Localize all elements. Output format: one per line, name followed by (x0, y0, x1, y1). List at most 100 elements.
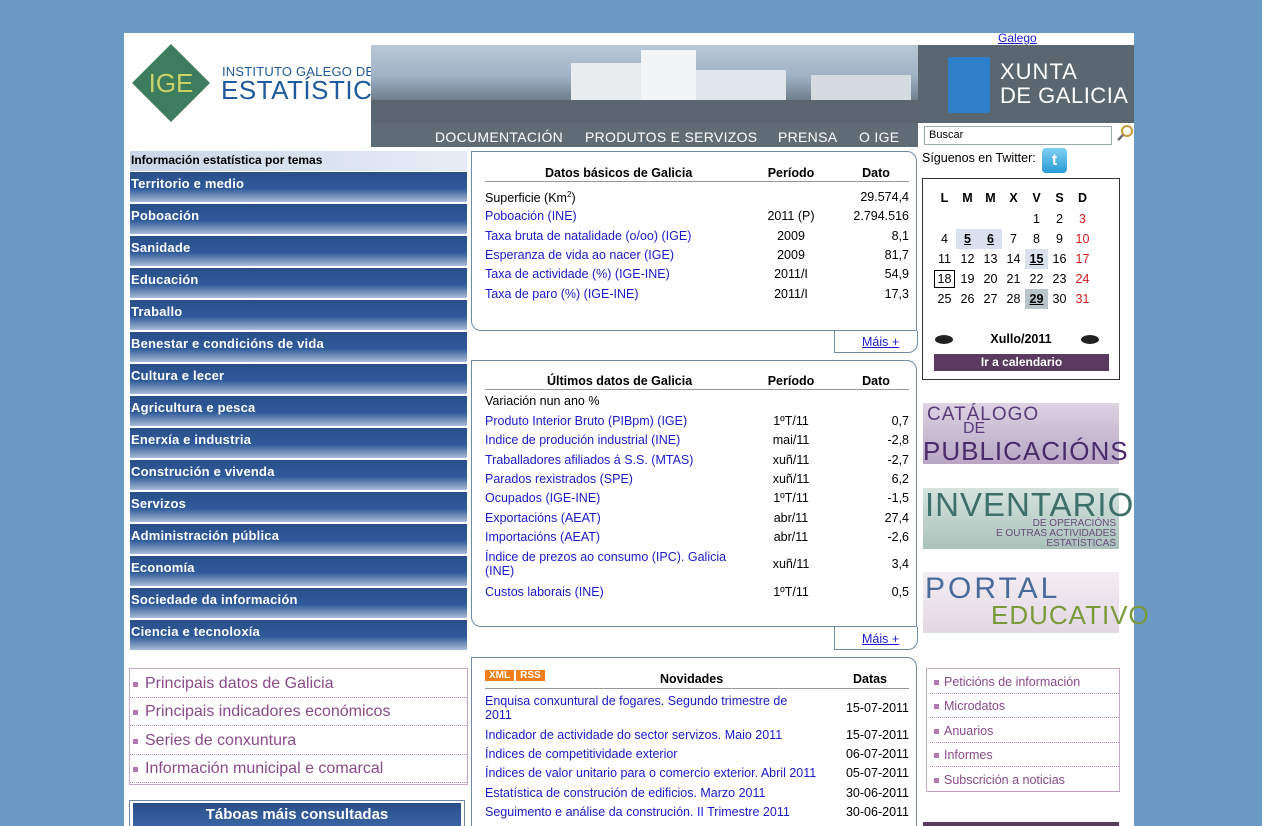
latest-row-label[interactable]: Traballadores afiliados á S.S. (MTAS) (485, 453, 740, 467)
latest-row-label[interactable]: Produto Interior Bruto (PIBpm) (IGE) (485, 414, 740, 428)
calendar-button[interactable]: Ir a calendario (934, 354, 1109, 371)
calendar-day[interactable]: 5 (956, 229, 979, 249)
topic-territorio[interactable]: Territorio e medio (130, 172, 467, 202)
link-subscricion[interactable]: Subscrición a noticias (930, 768, 1119, 792)
topic-construcion[interactable]: Construción e vivenda (130, 460, 467, 490)
search-input[interactable]: Buscar (924, 126, 1112, 145)
calendar-day[interactable]: 4 (933, 229, 956, 249)
topic-sanidade[interactable]: Sanidade (130, 236, 467, 266)
topic-agricultura[interactable]: Agricultura e pesca (130, 396, 467, 426)
link-contacto[interactable]: Contacto (459, 31, 507, 45)
calendar-day[interactable]: 12 (956, 249, 979, 269)
link-informes[interactable]: Informes (930, 743, 1119, 767)
latest-row-label[interactable]: Indice de produción industrial (INE) (485, 433, 740, 447)
tables-title[interactable]: Táboas máis consultadas (133, 803, 461, 826)
calendar-day[interactable]: 3 (1071, 209, 1094, 229)
topic-poboacion[interactable]: Poboación (130, 204, 467, 234)
nav-prensa[interactable]: PRENSA (778, 129, 837, 145)
topic-educacion[interactable]: Educación (130, 268, 467, 298)
twitter-icon[interactable]: t (1042, 148, 1067, 173)
news-row-label[interactable]: Índices de competitividade exterior (485, 747, 830, 761)
link-informacion-municipal[interactable]: Información municipal e comarcal (130, 755, 467, 783)
topic-benestar[interactable]: Benestar e condicións de vida (130, 332, 467, 362)
basic-row-label[interactable]: Taxa de actividade (%) (IGE-INE) (485, 267, 670, 281)
calendar-day[interactable]: 8 (1025, 229, 1048, 249)
link-ligazons[interactable]: Ligazóns (639, 31, 687, 45)
news-row-label[interactable]: Indicador de actividade do sector serviz… (485, 728, 830, 742)
calendar-day[interactable]: 7 (1002, 229, 1025, 249)
topic-enerxia[interactable]: Enerxía e industria (130, 428, 467, 458)
calendar-day[interactable]: 15 (1025, 249, 1048, 269)
ige-logo[interactable]: IGE INSTITUTO GALEGO DE ESTATÍSTICA (124, 33, 390, 146)
link-principais-indicadores[interactable]: Principais indicadores económicos (130, 698, 467, 726)
calendar-day[interactable]: 13 (979, 249, 1002, 269)
calendar-day[interactable]: 27 (979, 289, 1002, 309)
topic-cultura[interactable]: Cultura e lecer (130, 364, 467, 394)
xunta-logo[interactable]: XUNTA DE GALICIA (918, 45, 1134, 123)
latest-row-label[interactable]: Exportacións (AEAT) (485, 511, 740, 525)
link-peticions[interactable]: Peticións de información (930, 670, 1119, 694)
lang-galego[interactable]: Galego (998, 31, 1037, 45)
calendar-day[interactable]: 30 (1048, 289, 1071, 309)
nav-o-ige[interactable]: O IGE (859, 129, 899, 145)
calendar-day[interactable]: 17 (1071, 249, 1094, 269)
link-suxestions[interactable]: Suxestións (520, 31, 579, 45)
latest-row-label[interactable]: Ocupados (IGE-INE) (485, 491, 740, 505)
calendar-day[interactable]: 16 (1048, 249, 1071, 269)
calendar-day[interactable]: 11 (933, 249, 956, 269)
topic-servizos[interactable]: Servizos (130, 492, 467, 522)
news-row-label[interactable]: Enquisa conxuntural de fogares. Segundo … (485, 694, 830, 722)
calendar-day[interactable]: 25 (933, 289, 956, 309)
link-axuda[interactable]: Axuda (592, 31, 626, 45)
inventory-banner[interactable]: INVENTARIO DE OPERACIÓNS E OUTRAS ACTIVI… (923, 486, 1133, 549)
link-microdatos[interactable]: Microdatos (930, 694, 1119, 718)
link-mapa-web[interactable]: Mapa web (391, 31, 446, 45)
calendar-day[interactable]: 14 (1002, 249, 1025, 269)
link-series-conxuntura[interactable]: Series de conxuntura (130, 727, 467, 755)
calendar-day[interactable]: 22 (1025, 269, 1048, 289)
calendar-day[interactable]: 31 (1071, 289, 1094, 309)
calendar-day[interactable]: 2 (1048, 209, 1071, 229)
calendar-day[interactable]: 19 (956, 269, 979, 289)
news-row-label[interactable]: Estatística de construción de edificios.… (485, 786, 830, 800)
news-row-label[interactable]: Índices de valor unitario para o comerci… (485, 766, 830, 780)
latest-row-label[interactable]: Índice de prezos ao consumo (IPC). Galic… (485, 550, 740, 578)
calendar-day[interactable]: 9 (1048, 229, 1071, 249)
latest-row-label[interactable]: Importacións (AEAT) (485, 530, 740, 544)
latest-row-label[interactable]: Custos laborais (INE) (485, 585, 740, 599)
calendar-day[interactable]: 1 (1025, 209, 1048, 229)
calendar-day[interactable]: 18 (933, 269, 956, 289)
lang-castellano[interactable]: Castellano (1047, 31, 1104, 45)
calendar-day[interactable]: 29 (1025, 289, 1048, 309)
topic-traballo[interactable]: Traballo (130, 300, 467, 330)
topic-ciencia[interactable]: Ciencia e tecnoloxía (130, 620, 467, 650)
link-principais-datos[interactable]: Principais datos de Galicia (130, 670, 467, 698)
basic-row-label[interactable]: Taxa bruta de natalidade (o/oo) (IGE) (485, 229, 691, 243)
calendar-day[interactable]: 20 (979, 269, 1002, 289)
link-aviso-legal[interactable]: Aviso legal IGE (700, 31, 782, 45)
basic-row-label[interactable]: Taxa de paro (%) (IGE-INE) (485, 287, 639, 301)
basic-row-label[interactable]: Esperanza de vida ao nacer (IGE) (485, 248, 674, 262)
search-icon[interactable] (1116, 124, 1134, 142)
nav-produtos-servizos[interactable]: PRODUTOS E SERVIZOS (585, 129, 757, 145)
calendar-day[interactable]: 21 (1002, 269, 1025, 289)
portal-banner[interactable]: PORTAL EDUCATIVO (923, 572, 1149, 633)
catalog-banner[interactable]: CATÁLOGO DE PUBLICACIÓNS (923, 403, 1128, 466)
topic-economia[interactable]: Economía (130, 556, 467, 586)
calendar-day[interactable]: 24 (1071, 269, 1094, 289)
news-row-label[interactable]: Seguimento e análise da construción. II … (485, 805, 830, 819)
calendar-day[interactable]: 26 (956, 289, 979, 309)
basic-row-label[interactable]: Poboación (INE) (485, 209, 577, 223)
link-anuarios[interactable]: Anuarios (930, 719, 1119, 743)
nav-documentacion[interactable]: DOCUMENTACIÓN (435, 129, 563, 145)
latest-more-link[interactable]: Máis + (862, 632, 899, 646)
calendar-day[interactable]: 23 (1048, 269, 1071, 289)
latest-row-label[interactable]: Parados rexistrados (SPE) (485, 472, 740, 486)
topic-sociedade[interactable]: Sociedade da información (130, 588, 467, 618)
calendar-day[interactable]: 28 (1002, 289, 1025, 309)
calendar-day[interactable]: 6 (979, 229, 1002, 249)
basic-more-link[interactable]: Máis + (862, 335, 899, 349)
next-month-icon[interactable] (1081, 335, 1099, 344)
topic-administracion[interactable]: Administración pública (130, 524, 467, 554)
calendar-day[interactable]: 10 (1071, 229, 1094, 249)
